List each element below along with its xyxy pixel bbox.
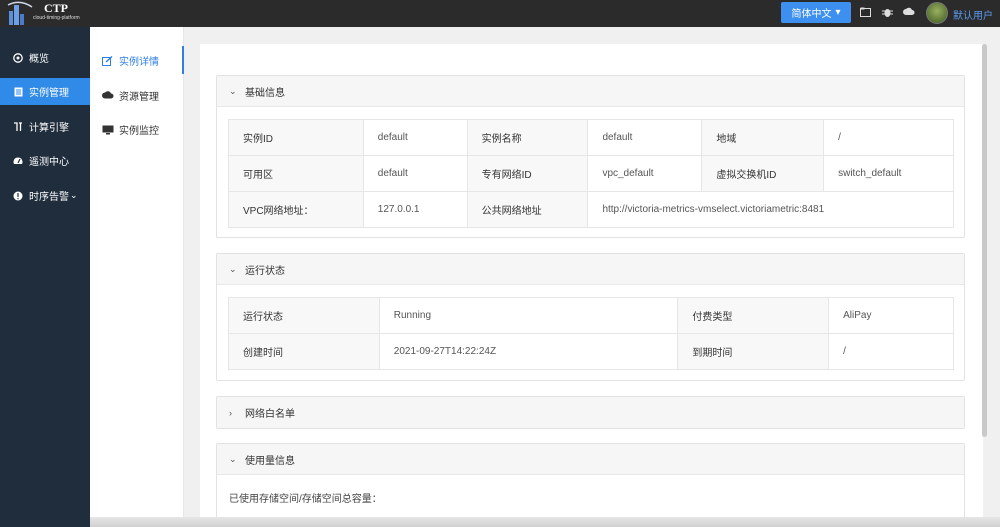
subnav-item-label: 资源管理 bbox=[119, 91, 159, 103]
sidebar-item-label: 概览 bbox=[29, 54, 49, 65]
sidebar-item-label: 实例管理 bbox=[29, 88, 69, 99]
field-value: vpc_default bbox=[587, 155, 703, 192]
field-label: 公共网络地址 bbox=[466, 191, 589, 228]
field-value: 2021-09-27T14:22:24Z bbox=[378, 333, 679, 370]
sidebar-item-label: 遥测中心 bbox=[29, 157, 69, 168]
usage-info-panel: ⌄ 使用量信息 已使用存储空间/存储空间总容量： bbox=[216, 443, 965, 527]
field-label: 创建时间 bbox=[228, 333, 380, 370]
panel-title: 运行状态 bbox=[245, 265, 285, 277]
document-icon bbox=[13, 87, 23, 97]
table-row: VPC网络地址： 127.0.0.1 公共网络地址 http://victori… bbox=[228, 191, 954, 228]
logo[interactable]: CTP cloud-timing-platform bbox=[6, 1, 86, 26]
subnav-item-instance-monitoring[interactable]: 实例监控 bbox=[90, 115, 184, 143]
chevron-down-icon: ⌄ bbox=[229, 453, 237, 464]
storage-usage-label: 已使用存储空间/存储空间总容量： bbox=[229, 494, 382, 505]
basic-info-panel: ⌄ 基础信息 实例ID default 实例名称 default 地域 / 可用… bbox=[216, 75, 965, 238]
field-label: 到期时间 bbox=[677, 333, 830, 370]
run-status-header[interactable]: ⌄ 运行状态 bbox=[217, 254, 964, 285]
field-value: default bbox=[362, 155, 468, 192]
field-label: VPC网络地址： bbox=[228, 191, 364, 228]
logo-title: CTP bbox=[44, 1, 68, 15]
sidebar: 概览 实例管理 计算引擎 遥测中心 时序告警 ⌄ bbox=[0, 27, 90, 527]
panel-title: 使用量信息 bbox=[245, 455, 295, 467]
field-value: Running bbox=[378, 297, 679, 334]
panel-title: 基础信息 bbox=[245, 87, 285, 99]
user-name[interactable]: 默认用户 bbox=[953, 7, 993, 22]
window-bottom-edge bbox=[90, 517, 1000, 527]
sidebar-item-compute-engine[interactable]: 计算引擎 bbox=[0, 113, 90, 140]
field-value: http://victoria-metrics-vmselect.victori… bbox=[587, 191, 954, 228]
engine-icon bbox=[13, 121, 23, 132]
logo-icon bbox=[7, 1, 33, 25]
subnav-item-label: 实例监控 bbox=[119, 125, 159, 137]
sidebar-item-timeseries-alert[interactable]: 时序告警 ⌄ bbox=[0, 182, 90, 209]
alert-icon bbox=[13, 191, 23, 201]
chevron-down-icon: ⌄ bbox=[229, 85, 237, 96]
table-row: 创建时间 2021-09-27T14:22:24Z 到期时间 / bbox=[228, 333, 954, 370]
table-row: 实例ID default 实例名称 default 地域 / bbox=[228, 119, 954, 156]
field-label: 地域 bbox=[701, 119, 825, 156]
field-label: 虚拟交换机ID bbox=[701, 155, 825, 192]
table-row: 运行状态 Running 付费类型 AliPay bbox=[228, 297, 954, 334]
field-value: default bbox=[362, 119, 468, 156]
main-content: ⌄ 基础信息 实例ID default 实例名称 default 地域 / 可用… bbox=[200, 44, 983, 527]
usage-info-header[interactable]: ⌄ 使用量信息 bbox=[217, 444, 964, 475]
network-whitelist-header[interactable]: › 网络白名单 bbox=[217, 397, 964, 428]
folder-icon[interactable] bbox=[859, 7, 871, 19]
subnav-item-instance-details[interactable]: 实例详情 bbox=[90, 46, 184, 74]
chevron-down-icon: ⌄ bbox=[229, 263, 237, 274]
sub-navigation: 实例详情 资源管理 实例监控 bbox=[90, 27, 184, 527]
field-value: AliPay bbox=[828, 297, 954, 334]
panel-title: 网络白名单 bbox=[245, 409, 295, 420]
sidebar-item-label: 时序告警 bbox=[29, 192, 69, 203]
language-label: 简体中文 bbox=[791, 9, 832, 20]
sidebar-item-label: 计算引擎 bbox=[29, 123, 69, 134]
subnav-item-label: 实例详情 bbox=[119, 56, 159, 68]
sidebar-item-telemetry-center[interactable]: 遥测中心 bbox=[0, 147, 90, 174]
top-bar: CTP cloud-timing-platform 简体中文 ▾ 默认用户 bbox=[0, 0, 1000, 27]
gauge-icon bbox=[13, 156, 23, 166]
field-label: 实例ID bbox=[228, 119, 364, 156]
dashboard-icon bbox=[13, 52, 23, 63]
subnav-item-resource-management[interactable]: 资源管理 bbox=[90, 81, 184, 109]
chevron-down-icon: ⌄ bbox=[70, 190, 78, 200]
field-value: / bbox=[828, 333, 954, 370]
field-label: 专有网络ID bbox=[466, 155, 589, 192]
basic-info-header[interactable]: ⌄ 基础信息 bbox=[217, 76, 964, 107]
scrollbar[interactable] bbox=[982, 44, 987, 437]
chevron-right-icon: › bbox=[229, 407, 232, 418]
field-value: switch_default bbox=[823, 155, 954, 192]
field-value: default bbox=[587, 119, 703, 156]
run-status-panel: ⌄ 运行状态 运行状态 Running 付费类型 AliPay 创建时间 202… bbox=[216, 253, 965, 381]
avatar[interactable] bbox=[926, 2, 948, 24]
run-status-table: 运行状态 Running 付费类型 AliPay 创建时间 2021-09-27… bbox=[228, 297, 954, 370]
cloud-icon[interactable] bbox=[903, 7, 915, 19]
network-whitelist-panel: › 网络白名单 bbox=[216, 396, 965, 429]
sidebar-item-overview[interactable]: 概览 bbox=[0, 44, 90, 71]
field-label: 实例名称 bbox=[466, 119, 589, 156]
field-value: / bbox=[823, 119, 954, 156]
basic-info-table: 实例ID default 实例名称 default 地域 / 可用区 defau… bbox=[228, 119, 954, 228]
monitor-icon bbox=[102, 125, 114, 134]
field-label: 可用区 bbox=[228, 155, 364, 192]
field-value: 127.0.0.1 bbox=[362, 191, 468, 228]
field-label: 付费类型 bbox=[677, 297, 830, 334]
logo-subtitle: cloud-timing-platform bbox=[33, 15, 80, 21]
bug-icon[interactable] bbox=[881, 7, 893, 19]
field-label: 运行状态 bbox=[228, 297, 380, 334]
table-row: 可用区 default 专有网络ID vpc_default 虚拟交换机ID s… bbox=[228, 155, 954, 192]
language-button[interactable]: 简体中文 ▾ bbox=[781, 2, 851, 23]
chevron-down-icon: ▾ bbox=[835, 7, 841, 18]
sidebar-item-instance-management[interactable]: 实例管理 bbox=[0, 78, 90, 105]
edit-icon bbox=[102, 55, 113, 66]
cloud-icon bbox=[102, 90, 114, 100]
